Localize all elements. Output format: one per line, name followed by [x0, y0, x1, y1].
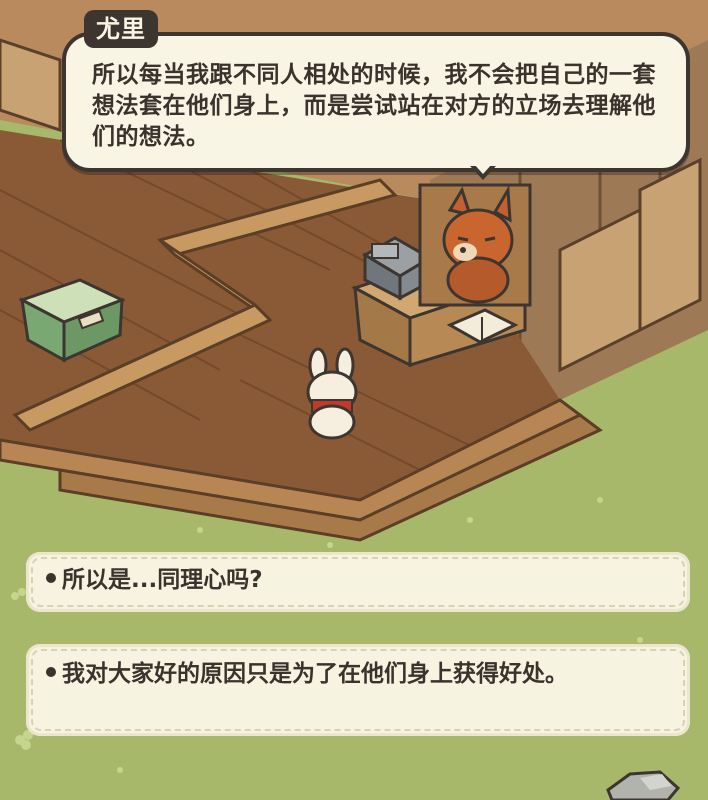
dialogue-choice-2[interactable]: 我对大家好的原因只是为了在他们身上获得好处。 — [26, 644, 690, 736]
bullet-dot-icon — [46, 666, 56, 677]
choice-label: 我对大家好的原因只是为了在他们身上获得好处。 — [62, 661, 568, 687]
speaker-name-tag: 尤里 — [84, 10, 158, 48]
bullet-dot-icon — [46, 572, 56, 583]
dialogue-text: 所以每当我跟不同人相处的时候，我不会把自己的一套想法套在他们身上，而是尝试站在对… — [92, 62, 656, 150]
dialogue-choice-1[interactable]: 所以是...同理心吗? — [26, 552, 690, 612]
choice-label: 所以是...同理心吗? — [62, 567, 263, 593]
